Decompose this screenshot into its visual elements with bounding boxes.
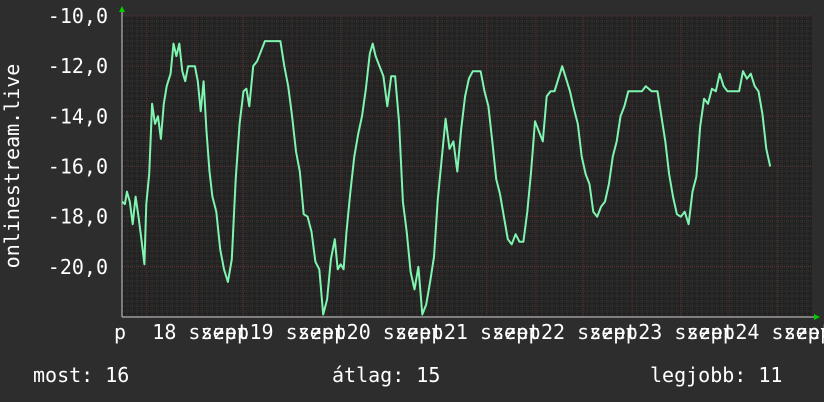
y-tick-label: -20,0 <box>48 255 108 279</box>
y-tick-label: -18,0 <box>48 205 108 229</box>
chart: -10,0 -12,0 -14,0 -16,0 -18,0 -20,0 p 18 szept… <box>0 4 824 387</box>
x-tick-label: szep <box>590 320 638 344</box>
y-tick-labels: -10,0 -12,0 -14,0 -16,0 -18,0 -20,0 <box>48 4 108 279</box>
footer-average: átlag: 15 <box>332 363 440 387</box>
y-tick-label: -14,0 <box>48 104 108 128</box>
y-axis-arrow <box>119 6 125 12</box>
x-tick-label: szep <box>201 320 249 344</box>
footer-now: most: 16 <box>33 363 129 387</box>
x-tick-label: szep <box>492 320 540 344</box>
y-tick-label: -10,0 <box>48 4 108 28</box>
x-tick-label: szep <box>784 320 824 344</box>
x-tick-label: p <box>114 320 126 344</box>
y-tick-label: -16,0 <box>48 155 108 179</box>
x-tick-label: szep <box>298 320 346 344</box>
y-tick-label: -12,0 <box>48 54 108 78</box>
x-tick-labels: p 18 szeptszep 19 szeptszep 20 szeptszep 21 … <box>114 320 824 344</box>
x-tick-label: szep <box>687 320 735 344</box>
x-tick-label: szep <box>395 320 443 344</box>
footer-best: legjobb: 11 <box>650 363 782 387</box>
y-axis-title: onlinestream.live <box>0 64 24 269</box>
